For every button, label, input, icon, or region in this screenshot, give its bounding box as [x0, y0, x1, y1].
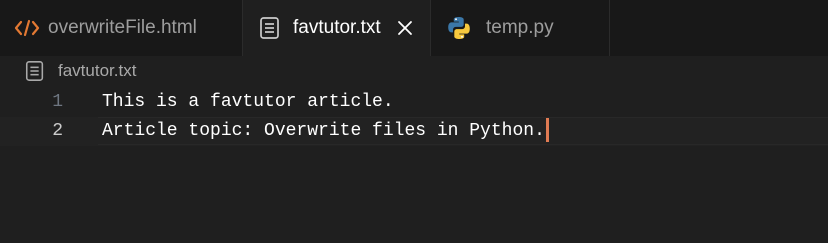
html-code-icon — [14, 18, 40, 38]
line-number: 1 — [52, 92, 63, 112]
tab-overwritefile-html[interactable]: overwriteFile.html — [0, 0, 243, 56]
code-line-current[interactable]: 2 Article topic: Overwrite files in Pyth… — [0, 117, 828, 146]
tab-favtutor-txt[interactable]: favtutor.txt — [243, 0, 431, 56]
tab-temp-py[interactable]: temp.py — [431, 0, 610, 56]
line-number: 2 — [52, 121, 63, 141]
tab-bar: overwriteFile.html favtutor.txt temp.py — [0, 0, 828, 56]
tab-label: favtutor.txt — [293, 17, 381, 38]
breadcrumb[interactable]: favtutor.txt — [24, 59, 136, 83]
breadcrumb-file: favtutor.txt — [58, 61, 137, 80]
tab-bar-empty-area — [610, 0, 828, 56]
code-editor[interactable]: 1 This is a favtutor article. 2 Article … — [0, 88, 828, 146]
code-line[interactable]: 1 This is a favtutor article. — [0, 88, 828, 117]
text-file-icon — [24, 60, 46, 82]
close-icon[interactable] — [395, 18, 415, 38]
text-cursor — [545, 118, 549, 143]
tab-label: overwriteFile.html — [48, 17, 197, 38]
python-icon — [446, 15, 472, 41]
line-text-wrapper[interactable]: Article topic: Overwrite files in Python… — [102, 117, 549, 146]
text-file-icon — [259, 16, 281, 40]
line-text[interactable]: This is a favtutor article. — [102, 88, 394, 117]
line-text: Article topic: Overwrite files in Python… — [102, 121, 545, 141]
tab-label: temp.py — [486, 17, 554, 38]
